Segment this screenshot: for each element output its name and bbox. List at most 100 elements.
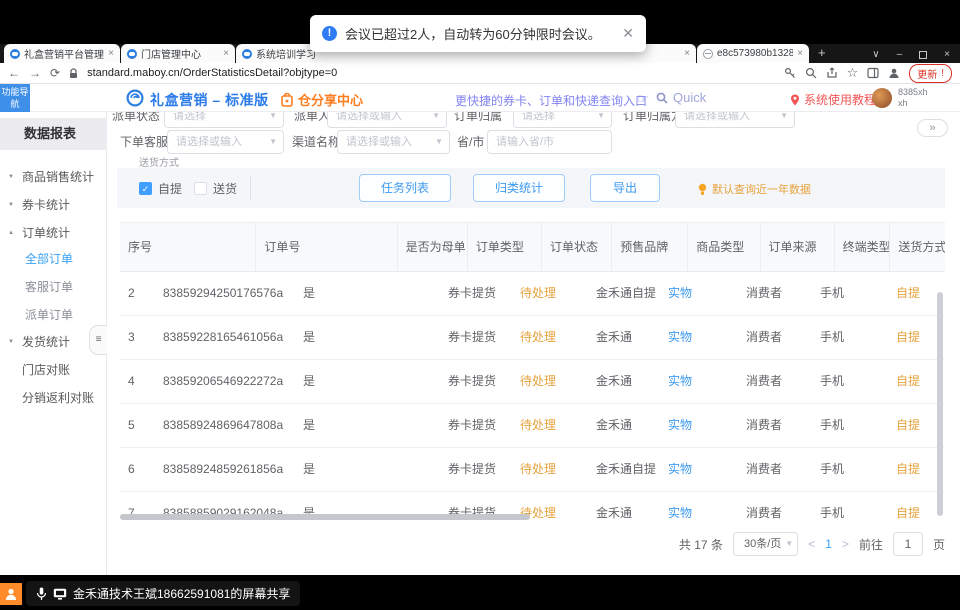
close-tab-icon[interactable]: ×	[108, 49, 114, 59]
chevron-down-icon: ▼	[269, 112, 277, 127]
filter-label: 订单归属方	[623, 112, 683, 128]
cell-terminal-type: 手机	[812, 404, 888, 447]
close-tab-icon[interactable]: ×	[797, 49, 803, 59]
key-icon[interactable]	[784, 67, 796, 79]
vertical-scrollbar[interactable]	[937, 292, 943, 516]
sidebar-item-product-sales[interactable]: ▼商品销售统计	[0, 168, 107, 186]
cell-order-source: 消费者	[738, 316, 812, 359]
search-icon	[656, 92, 668, 104]
expand-filters-button[interactable]: »	[917, 119, 948, 137]
order-attribution-select[interactable]: 请选择▼	[513, 112, 612, 128]
share-icon[interactable]	[826, 67, 838, 79]
table-header-cell: 预售品牌	[612, 223, 688, 271]
order-attribution-party-select[interactable]: 请选择或输入▼	[675, 112, 795, 128]
sidebar-item-dispatch-orders[interactable]: 派单订单	[0, 306, 107, 324]
close-tab-icon[interactable]: ×	[684, 49, 690, 59]
checkbox-unchecked-icon	[194, 182, 207, 195]
bookmark-star-icon[interactable]: ☆	[847, 67, 859, 79]
screen-share-text: 金禾通技术王斌18662591081的屏幕共享	[73, 585, 290, 602]
profile-icon[interactable]	[888, 67, 900, 79]
tutorial-label: 系统使用教程	[804, 91, 876, 108]
classified-stats-button[interactable]: 归类统计	[473, 174, 565, 202]
table-header-cell: 订单来源	[761, 223, 835, 271]
refresh-icon[interactable]: ⟳	[50, 67, 60, 79]
back-icon[interactable]: ←	[8, 67, 20, 79]
cell-order-type: 券卡提货	[440, 360, 512, 403]
cell-order-source: 消费者	[738, 492, 812, 520]
tab-hash[interactable]: e8c573980b1328a258fd2e6... ×	[697, 44, 809, 63]
next-page-icon[interactable]: >	[842, 537, 849, 551]
sidebar-item-store-reconcile[interactable]: 门店对账	[0, 361, 107, 379]
globe-icon	[703, 49, 713, 59]
bulb-icon	[697, 183, 708, 196]
maximize-icon[interactable]	[919, 51, 927, 59]
table-body: 2 83859294250176576a 是 券卡提货 待处理 金禾通自提 实物…	[120, 272, 945, 520]
table-row[interactable]: 2 83859294250176576a 是 券卡提货 待处理 金禾通自提 实物…	[120, 272, 945, 316]
table-row[interactable]: 4 83859206546922272a 是 券卡提货 待处理 金禾通 实物 消…	[120, 360, 945, 404]
cell-product-type: 实物	[660, 360, 738, 403]
current-page[interactable]: 1	[825, 537, 832, 551]
sidebar-item-order-stats[interactable]: ▲订单统计	[0, 224, 107, 242]
update-button[interactable]: 更新 !	[909, 64, 952, 83]
close-tab-icon[interactable]: ×	[223, 49, 229, 59]
goto-page-input[interactable]	[893, 532, 923, 556]
chevron-up-icon: ▲	[8, 224, 14, 242]
dispatch-status-select[interactable]: 请选择▼	[164, 112, 284, 128]
page-body: 数据报表 ▼商品销售统计 ▼券卡统计 ▲订单统计 全部订单 客服订单 派单订单 …	[0, 112, 960, 575]
sidebar-item-rebate-reconcile[interactable]: 分销返利对账	[0, 389, 107, 407]
cell-order-source: 消费者	[738, 360, 812, 403]
quick-search[interactable]: Quick	[656, 90, 706, 105]
chevron-down-icon[interactable]: ∨	[872, 49, 879, 60]
forward-icon[interactable]: →	[29, 67, 41, 79]
channel-name-select[interactable]: 请选择或输入▼	[337, 130, 450, 154]
table-row[interactable]: 3 83859228165461056a 是 券卡提货 待处理 金禾通 实物 消…	[120, 316, 945, 360]
self-pickup-checkbox[interactable]: ✓ 自提	[139, 174, 182, 202]
share-center-link[interactable]: 仓分享中心	[280, 90, 363, 109]
sidebar-item-all-orders[interactable]: 全部订单	[0, 250, 107, 268]
sidebar-collapse-handle[interactable]: ≡	[89, 325, 107, 355]
table-row[interactable]: 5 83858924869647808a 是 券卡提货 待处理 金禾通 实物 消…	[120, 404, 945, 448]
cell-product-type: 实物	[660, 316, 738, 359]
cell-order-status: 待处理	[512, 272, 588, 315]
tab-gift-admin[interactable]: 礼盒营销平台管理中心 ×	[4, 44, 120, 63]
export-button[interactable]: 导出	[590, 174, 660, 202]
zoom-icon[interactable]	[805, 67, 817, 79]
delivery-checkbox[interactable]: 送货	[194, 174, 237, 202]
cell-product-type: 实物	[660, 492, 738, 520]
table-row[interactable]: 6 83858924859261856a 是 券卡提货 待处理 金禾通自提 实物…	[120, 448, 945, 492]
order-agent-select[interactable]: 请选择或输入▼	[167, 130, 284, 154]
update-label: 更新	[917, 66, 937, 81]
horizontal-scrollbar[interactable]	[120, 514, 530, 520]
page-size-select[interactable]: 30条/页▼	[733, 532, 798, 556]
side-panel-icon[interactable]	[867, 67, 879, 79]
new-tab-button[interactable]: +	[818, 45, 826, 60]
cell-presale-brand: 金禾通	[588, 316, 660, 359]
filter-label: 派单状态	[112, 112, 160, 128]
close-window-icon[interactable]: ×	[944, 49, 950, 60]
site-favicon	[10, 49, 20, 59]
nav-toggle-button[interactable]: 功能导航	[0, 84, 30, 112]
chevron-down-icon: ▼	[432, 112, 440, 127]
tutorial-link[interactable]: 系统使用教程	[790, 91, 876, 108]
task-list-button[interactable]: 任务列表	[359, 174, 451, 202]
cell-terminal-type: 手机	[812, 316, 888, 359]
participant-avatar	[0, 583, 22, 605]
tab-store-admin[interactable]: 门店管理中心 ×	[121, 44, 235, 63]
sidebar-item-coupon-stats[interactable]: ▼券卡统计	[0, 196, 107, 214]
cell-order-type: 券卡提货	[440, 272, 512, 315]
quick-entry-text[interactable]: 更快捷的券卡、订单和快递查询入口	[455, 92, 647, 109]
province-city-input[interactable]: 请输入省/市	[487, 130, 612, 154]
cell-order-number: 83858924859261856a	[155, 448, 295, 491]
url-text[interactable]: standard.maboy.cn/OrderStatisticsDetail?…	[87, 67, 337, 79]
dispatcher-select[interactable]: 请选择或输入▼	[327, 112, 447, 128]
sidebar-item-service-orders[interactable]: 客服订单	[0, 278, 107, 296]
cell-terminal-type: 手机	[812, 492, 888, 520]
table-header-cell: 订单状态	[542, 223, 612, 271]
chevron-down-icon: ▼	[780, 112, 788, 127]
toast-close-icon[interactable]: ✕	[622, 25, 634, 42]
total-count: 共 17 条	[679, 536, 723, 553]
filter-label: 渠道名称	[292, 130, 340, 154]
prev-page-icon[interactable]: <	[808, 537, 815, 551]
minimize-icon[interactable]: –	[897, 49, 903, 60]
avatar[interactable]	[872, 88, 892, 108]
